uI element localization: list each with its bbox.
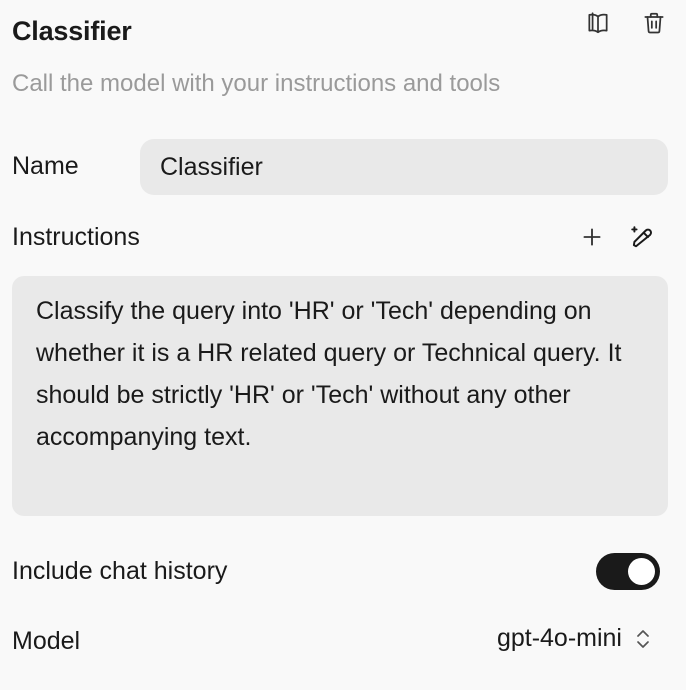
- page-title: Classifier: [12, 16, 132, 46]
- model-value: gpt-4o-mini: [496, 624, 622, 652]
- add-variable-button[interactable]: [576, 222, 608, 254]
- instructions-label: Instructions: [12, 223, 140, 251]
- agent-node-panel: Classifier Call the model with your inst…: [0, 0, 686, 690]
- plus-icon: [579, 224, 605, 253]
- panel-header: Classifier: [12, 0, 674, 64]
- instructions-actions: [576, 222, 658, 254]
- model-select[interactable]: gpt-4o-mini: [497, 624, 652, 653]
- toggle-knob: [628, 558, 655, 585]
- chat-history-toggle[interactable]: [596, 553, 660, 590]
- book-icon: [585, 10, 611, 39]
- magic-pen-icon: [629, 224, 655, 253]
- model-label: Model: [12, 627, 81, 655]
- generate-instructions-button[interactable]: [626, 222, 658, 254]
- instructions-textarea[interactable]: Classify the query into 'HR' or 'Tech' d…: [12, 276, 668, 516]
- trash-icon: [641, 10, 667, 39]
- docs-button[interactable]: [582, 8, 614, 40]
- chevron-up-down-icon: [634, 626, 652, 652]
- name-label: Name: [12, 152, 79, 180]
- page-subtitle: Call the model with your instructions an…: [12, 70, 501, 97]
- header-actions: [582, 8, 670, 40]
- name-input[interactable]: [140, 139, 668, 195]
- chat-history-label: Include chat history: [12, 557, 228, 585]
- delete-button[interactable]: [638, 8, 670, 40]
